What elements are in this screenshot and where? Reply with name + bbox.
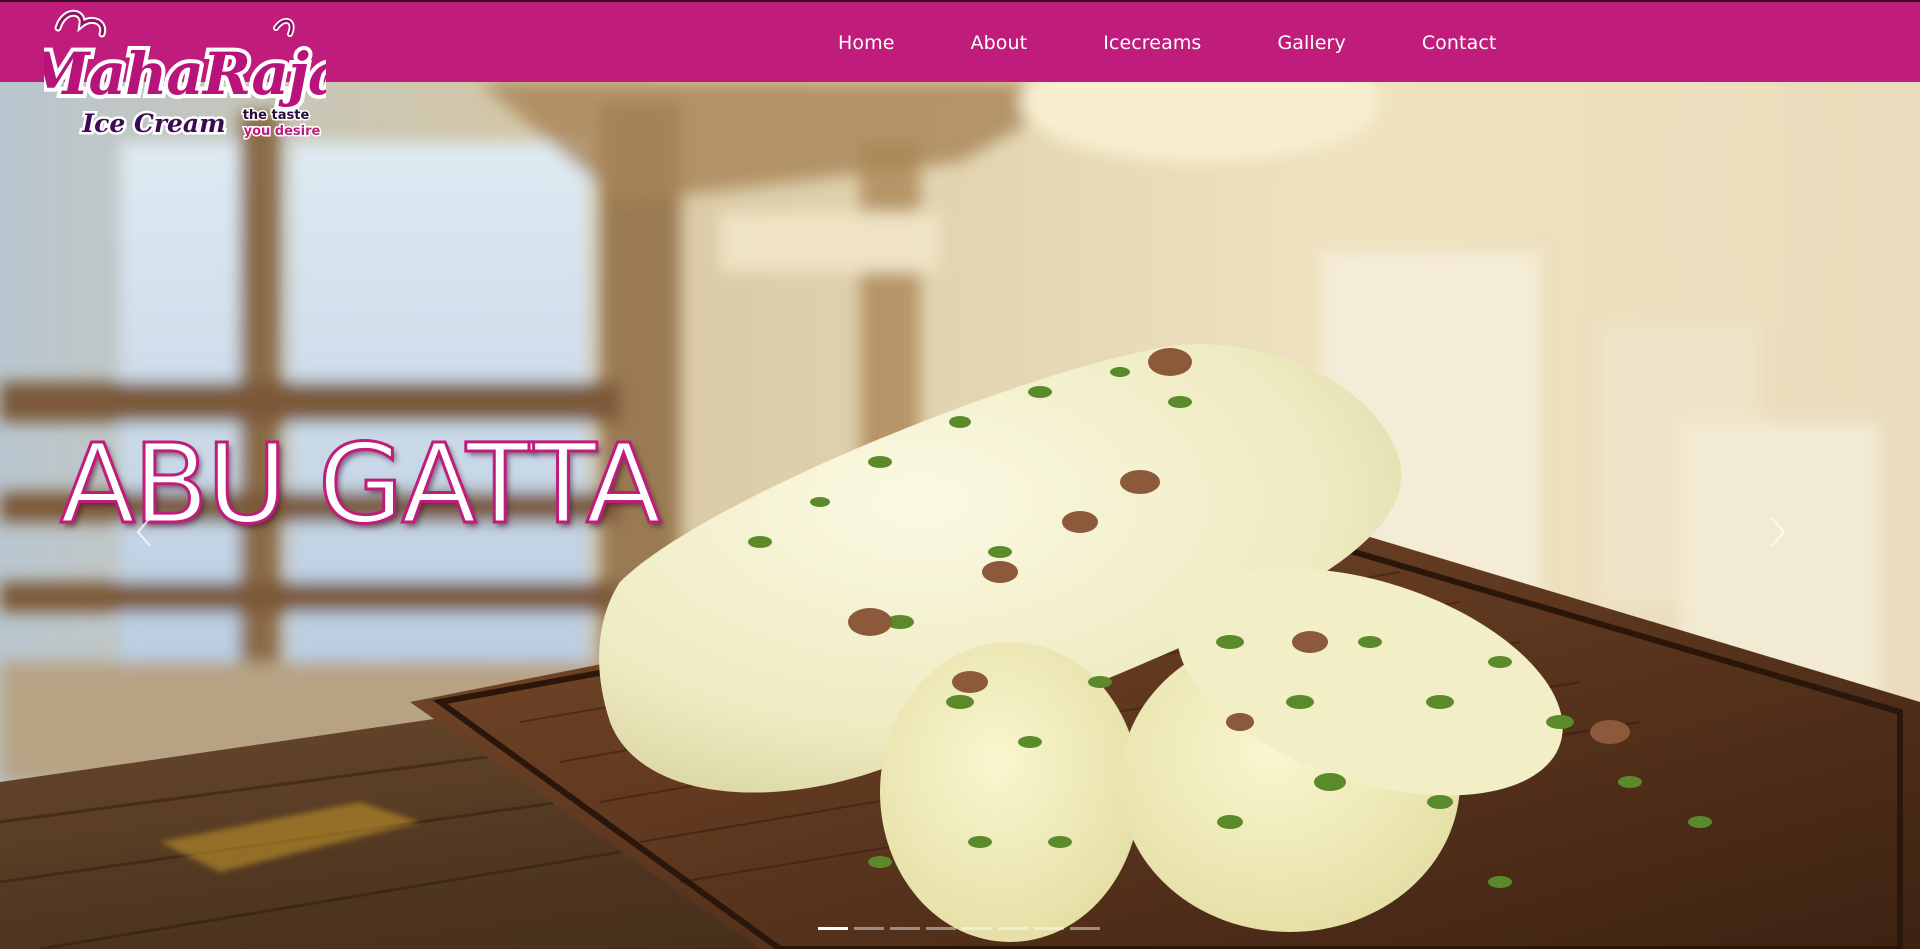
nav-contact-link[interactable]: Contact [1384, 2, 1535, 84]
logo-graphic: MahaRaja Ice Cream the taste you desire [44, 9, 326, 141]
chevron-left-icon [136, 517, 151, 547]
carousel-indicator[interactable] [890, 927, 920, 930]
logo-tagline-1: the taste [243, 108, 310, 123]
carousel-indicator[interactable] [854, 927, 884, 930]
logo-subtitle: Ice Cream [81, 109, 225, 138]
logo-tagline-2: you desire [244, 124, 321, 139]
brand-logo[interactable]: MahaRaja Ice Cream the taste you desire [44, 8, 326, 144]
nav-about-link[interactable]: About [933, 2, 1066, 84]
carousel-indicator[interactable] [1034, 927, 1064, 930]
carousel-indicator[interactable] [1070, 927, 1100, 930]
carousel-indicator[interactable] [926, 927, 956, 930]
logo-wordmark: MahaRaja [44, 40, 326, 108]
carousel-indicators [818, 927, 1100, 930]
main-nav: Home About Icecreams Gallery Contact [800, 2, 1534, 84]
carousel-indicator[interactable] [962, 927, 992, 930]
nav-gallery-link[interactable]: Gallery [1239, 2, 1383, 84]
carousel-indicator[interactable] [998, 927, 1028, 930]
nav-icecreams-link[interactable]: Icecreams [1065, 2, 1239, 84]
carousel-next-button[interactable] [1758, 502, 1798, 562]
carousel-prev-button[interactable] [124, 502, 164, 562]
nav-home-link[interactable]: Home [800, 2, 933, 84]
carousel-indicator[interactable] [818, 927, 848, 930]
hero-carousel: ABU GATTA [0, 82, 1920, 949]
chevron-right-icon [1771, 517, 1786, 547]
